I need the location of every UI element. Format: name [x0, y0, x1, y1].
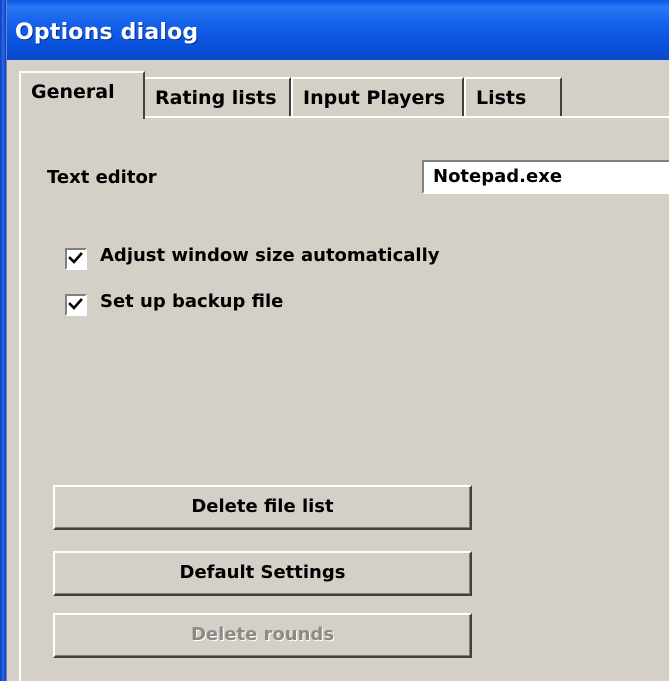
tab-input-players[interactable]: Input Players	[291, 77, 464, 117]
checkmark-icon	[68, 252, 83, 264]
tab-input-players-label: Input Players	[303, 87, 446, 109]
adjust-window-size-label[interactable]: Adjust window size automatically	[100, 245, 439, 266]
window-left-border	[0, 0, 7, 681]
options-dialog-window: Options dialog General Rating lists Inpu…	[0, 0, 669, 681]
text-editor-label: Text editor	[47, 167, 157, 188]
tab-general[interactable]: General	[19, 71, 145, 119]
delete-file-list-button[interactable]: Delete file list	[53, 485, 472, 530]
setup-backup-file-label[interactable]: Set up backup file	[100, 291, 283, 312]
tab-general-label: General	[31, 81, 115, 103]
general-tab-panel	[19, 116, 669, 681]
tab-rating-lists[interactable]: Rating lists	[143, 77, 291, 117]
delete-rounds-button: Delete rounds	[53, 613, 472, 658]
tab-lists[interactable]: Lists	[464, 77, 562, 117]
setup-backup-file-checkbox[interactable]	[65, 294, 87, 316]
checkmark-icon	[68, 298, 83, 310]
dialog-client-area: General Rating lists Input Players Lists…	[7, 60, 669, 681]
tab-lists-label: Lists	[476, 87, 527, 109]
tab-rating-lists-label: Rating lists	[155, 87, 277, 109]
text-editor-input[interactable]: Notepad.exe	[422, 160, 669, 194]
window-title: Options dialog	[15, 20, 199, 45]
text-editor-value: Notepad.exe	[433, 166, 563, 187]
title-bar[interactable]: Options dialog	[0, 0, 669, 60]
adjust-window-size-checkbox[interactable]	[65, 248, 87, 270]
default-settings-button[interactable]: Default Settings	[53, 551, 472, 596]
